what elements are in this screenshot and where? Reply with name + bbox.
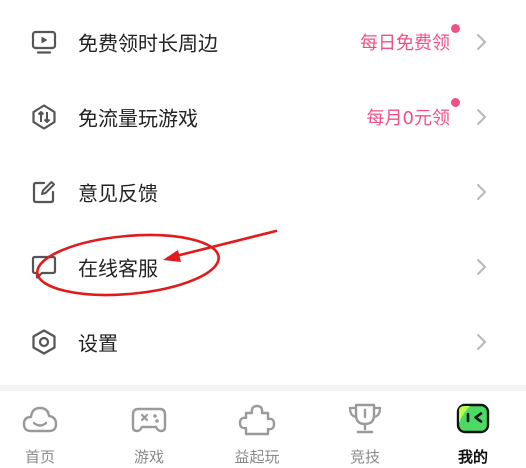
menu-item-label: 免费领时长周边 bbox=[78, 31, 218, 55]
tab-yiqiwan[interactable]: 益起玩 bbox=[222, 391, 292, 468]
home-cloud-icon bbox=[22, 406, 58, 433]
chevron-right-icon bbox=[477, 33, 486, 50]
tab-label: 益起玩 bbox=[234, 448, 280, 466]
menu-item-feedback[interactable]: 意见反馈 bbox=[0, 154, 526, 229]
profile-face-icon bbox=[456, 403, 490, 434]
edit-feedback-icon bbox=[32, 180, 55, 203]
tab-label: 首页 bbox=[24, 448, 55, 466]
menu-item-online-support[interactable]: 在线客服 bbox=[0, 229, 526, 304]
bottom-tab-bar: 首页 游戏 益起玩 竞技 我的 bbox=[0, 391, 526, 468]
tab-competition[interactable]: 竞技 bbox=[330, 391, 400, 468]
menu-item-free-data-gaming[interactable]: 免流量玩游戏 每月0元领 bbox=[0, 79, 526, 154]
chevron-right-icon bbox=[477, 258, 486, 275]
menu-item-settings[interactable]: 设置 bbox=[0, 304, 526, 379]
tab-games[interactable]: 游戏 bbox=[114, 391, 184, 468]
data-saver-icon bbox=[32, 103, 56, 130]
promo-text: 每月0元领 bbox=[366, 107, 450, 129]
menu-item-label: 设置 bbox=[78, 331, 118, 355]
menu-item-label: 意见反馈 bbox=[78, 181, 158, 205]
tab-profile[interactable]: 我的 bbox=[438, 391, 508, 468]
menu-item-free-rewards[interactable]: 免费领时长周边 每日免费领 bbox=[0, 4, 526, 79]
chevron-right-icon bbox=[477, 183, 486, 200]
tab-label: 我的 bbox=[457, 448, 488, 466]
settings-menu: 免费领时长周边 每日免费领 免流量玩游戏 每月0元领 意见反馈 在线客服 设置 bbox=[0, 0, 526, 385]
notification-dot bbox=[451, 98, 460, 107]
tab-label: 竞技 bbox=[349, 448, 380, 466]
tv-icon bbox=[31, 30, 57, 54]
menu-item-label: 在线客服 bbox=[78, 256, 158, 280]
gamepad-icon bbox=[131, 407, 167, 433]
tab-home[interactable]: 首页 bbox=[5, 391, 75, 468]
settings-icon bbox=[32, 328, 56, 355]
chat-support-icon bbox=[31, 255, 57, 279]
chevron-right-icon bbox=[477, 333, 486, 350]
menu-item-label: 免流量玩游戏 bbox=[78, 106, 198, 130]
notification-dot bbox=[451, 24, 460, 33]
puzzle-icon bbox=[238, 404, 276, 436]
promo-text: 每日免费领 bbox=[360, 32, 450, 54]
trophy-icon bbox=[348, 403, 382, 434]
tab-label: 游戏 bbox=[133, 448, 164, 466]
chevron-right-icon bbox=[477, 108, 486, 125]
